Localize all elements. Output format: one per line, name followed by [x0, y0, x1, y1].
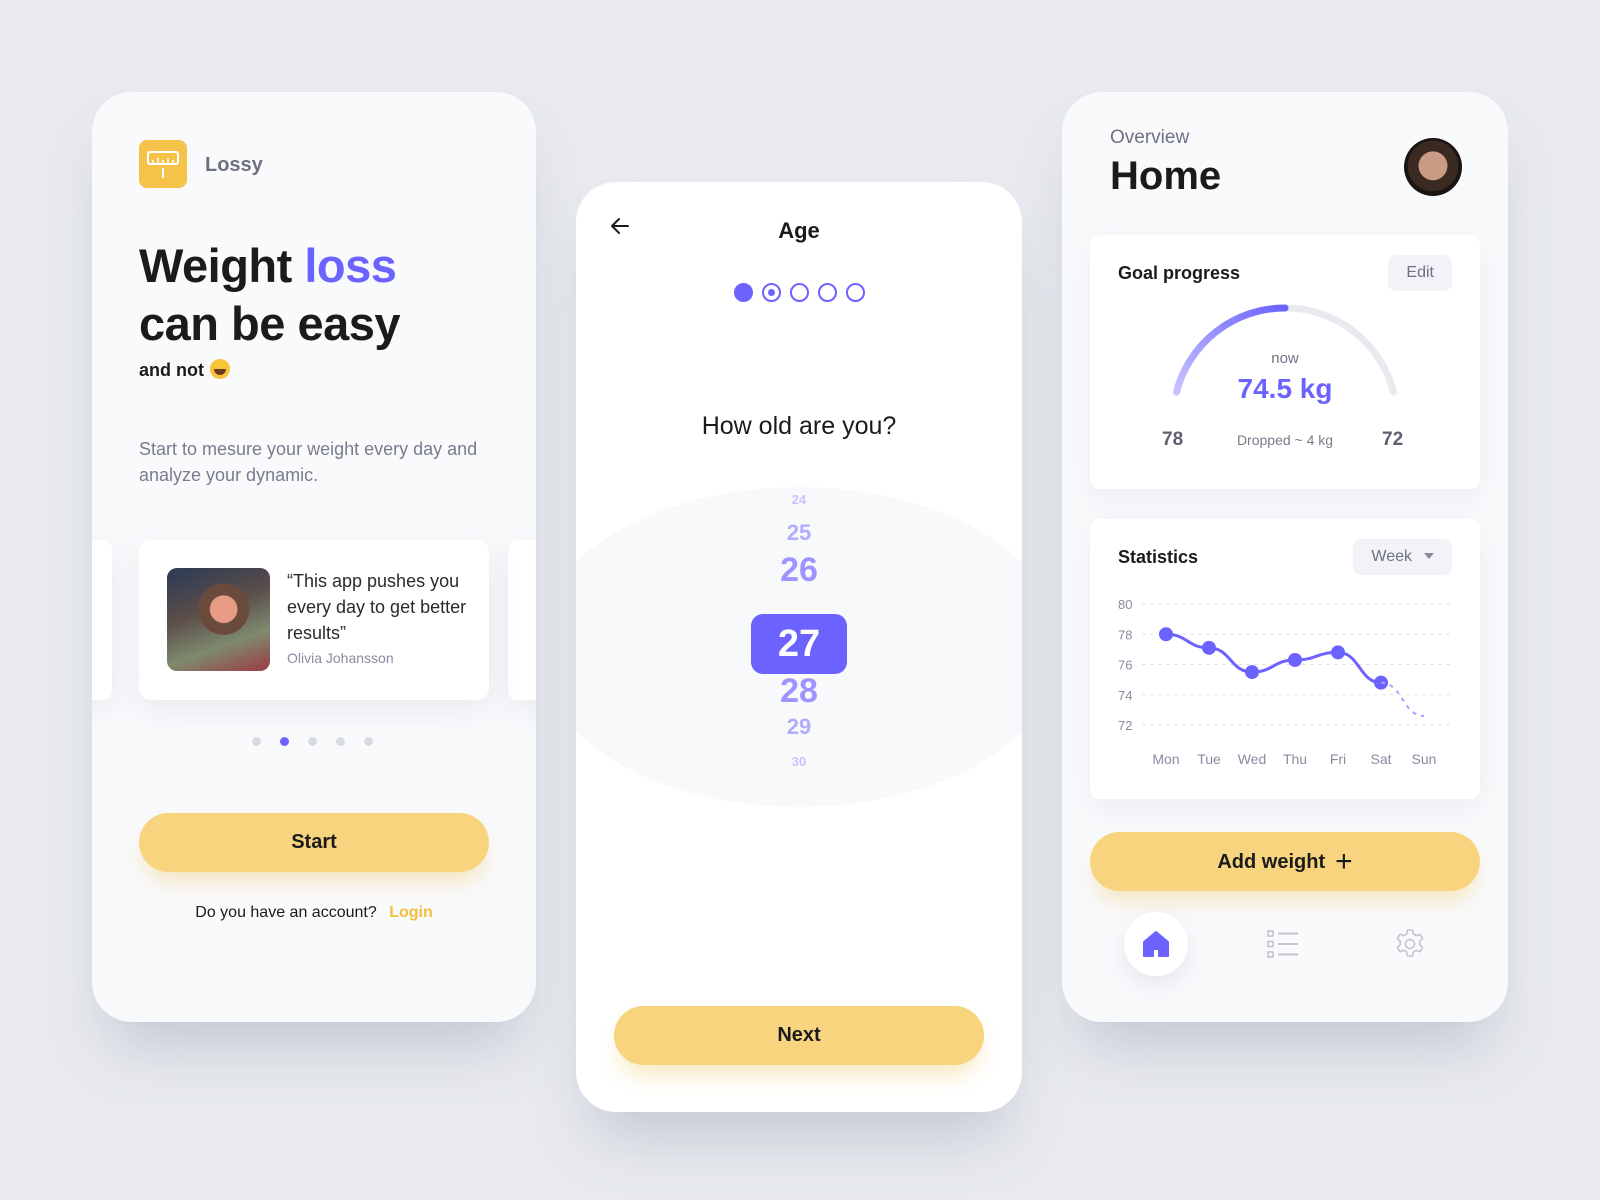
age-option[interactable]: 29 [576, 714, 1022, 740]
home-screen: Overview Home Goal progress Edit now 74.… [1062, 92, 1508, 1022]
plus-icon: + [1335, 844, 1353, 878]
dropped-label: Dropped ~ 4 kg [1236, 432, 1334, 448]
testimonial-author: Olivia Johansson [287, 650, 394, 666]
page-title: Home [1110, 154, 1222, 198]
y-tick-label: 80 [1118, 597, 1132, 612]
data-point[interactable] [1331, 645, 1345, 660]
current-weight: 74.5 kg [1237, 373, 1333, 404]
carousel-dot[interactable] [252, 737, 261, 746]
add-weight-label: Add weight [1217, 850, 1326, 873]
age-option[interactable]: 25 [576, 520, 1022, 546]
x-tick-label: Sun [1412, 751, 1437, 767]
list-icon [1267, 930, 1298, 958]
account-prompt: Do you have an account? [195, 904, 377, 921]
step-dot [790, 283, 809, 302]
x-tick-label: Wed [1238, 751, 1267, 767]
question-text: How old are you? [701, 412, 897, 440]
age-option-selected[interactable]: 27 [751, 614, 847, 674]
add-weight-button[interactable]: Add weight + [1090, 832, 1480, 891]
x-tick-label: Tue [1197, 751, 1221, 767]
age-option[interactable]: 24 [576, 492, 1022, 507]
testimonial-quote: “This app pushes you every day to get be… [287, 571, 467, 643]
age-option[interactable]: 30 [576, 754, 1022, 769]
avatar[interactable] [1404, 138, 1462, 196]
step-indicator [734, 283, 865, 302]
brand-name: Lossy [205, 154, 263, 176]
statistics-chart: 80 78 76 74 72 Mon Tue Wed Thu Fri Sat Sun [1118, 597, 1450, 767]
headline-accent: loss [304, 239, 397, 292]
carousel-dot[interactable] [280, 737, 289, 746]
onboarding-screen: Lossy Weight loss can be easy and not St… [92, 92, 536, 1022]
testimonial-card-previous[interactable] [92, 540, 112, 700]
step-dot [818, 283, 837, 302]
carousel-dot[interactable] [364, 737, 373, 746]
y-tick-label: 72 [1118, 718, 1132, 733]
nav-settings[interactable] [1378, 912, 1442, 976]
goal-progress-card: Goal progress Edit now 74.5 kg 78 Droppe… [1090, 235, 1480, 489]
x-tick-label: Fri [1330, 751, 1346, 767]
nav-list[interactable] [1251, 912, 1315, 976]
start-button[interactable]: Start [139, 813, 489, 872]
age-option[interactable]: 28 [576, 672, 1022, 711]
testimonial-card[interactable]: “This app pushes you every day to get be… [139, 540, 489, 700]
age-screen: Age How old are you? 24 25 26 27 28 29 30 Next [576, 182, 1022, 1112]
ruler-scale-icon [147, 151, 179, 178]
age-option[interactable]: 26 [576, 551, 1022, 590]
screen-title: Age [778, 218, 820, 243]
testimonial-photo [167, 568, 270, 671]
subheadline: and not [139, 359, 230, 381]
subhead-text: and not [139, 360, 204, 380]
x-tick-label: Sat [1370, 751, 1391, 767]
gauge-now-label: now [1271, 350, 1299, 367]
headline-part2: can be easy [139, 297, 401, 350]
headline-part1: Weight [139, 239, 305, 292]
data-point[interactable] [1159, 627, 1173, 642]
home-icon [1143, 931, 1169, 957]
testimonial-card-next[interactable] [508, 540, 536, 700]
y-tick-label: 74 [1118, 688, 1132, 703]
carousel-dot[interactable] [308, 737, 317, 746]
y-tick-label: 76 [1118, 658, 1132, 673]
nav-home[interactable] [1124, 912, 1188, 976]
carousel-dots [252, 737, 373, 746]
carousel-dot[interactable] [336, 737, 345, 746]
data-point[interactable] [1202, 640, 1216, 655]
gear-icon [1396, 929, 1424, 957]
step-dot [734, 283, 753, 302]
x-tick-label: Mon [1152, 751, 1179, 767]
target-weight: 72 [1382, 429, 1404, 450]
intro-text: Start to mesure your weight every day an… [139, 439, 478, 485]
step-dot [762, 283, 781, 302]
x-tick-label: Thu [1283, 751, 1307, 767]
weight-line [1165, 632, 1382, 685]
login-link[interactable]: Login [389, 904, 433, 921]
projection-line [1380, 681, 1425, 717]
account-prompt-line: Do you have an account? Login [92, 904, 536, 922]
next-button[interactable]: Next [614, 1006, 984, 1065]
app-logo [139, 140, 187, 188]
statistics-card: Statistics Week 80 78 76 74 72 Mon Tue Wed Thu Fr… [1090, 519, 1480, 799]
step-dot [846, 283, 865, 302]
y-tick-label: 78 [1118, 627, 1132, 642]
data-point[interactable] [1245, 665, 1259, 680]
laughing-emoji-icon [210, 359, 230, 379]
data-point[interactable] [1288, 652, 1302, 667]
overview-label: Overview [1110, 127, 1190, 148]
headline: Weight loss can be easy [139, 237, 401, 353]
